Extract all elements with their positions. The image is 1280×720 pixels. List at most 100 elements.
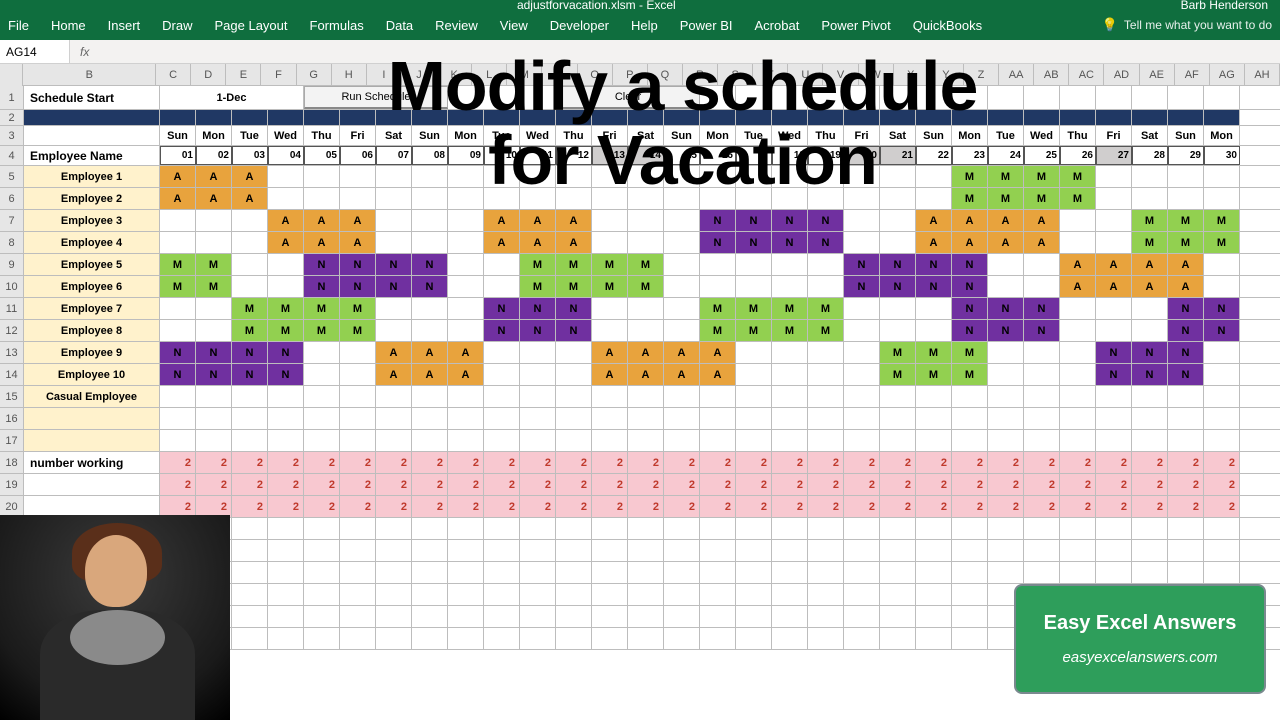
shift-cell[interactable]: A <box>664 342 700 363</box>
shift-cell[interactable]: M <box>628 276 664 297</box>
shift-cell[interactable]: A <box>160 188 196 209</box>
shift-cell[interactable]: M <box>952 188 988 209</box>
shift-cell[interactable] <box>592 232 628 253</box>
col-header-AD[interactable]: AD <box>1104 64 1139 85</box>
shift-cell[interactable] <box>808 364 844 385</box>
shift-cell[interactable]: A <box>232 166 268 187</box>
shift-cell[interactable]: N <box>988 320 1024 341</box>
shift-cell[interactable] <box>304 364 340 385</box>
col-header-N[interactable]: N <box>542 64 577 85</box>
shift-cell[interactable] <box>1132 188 1168 209</box>
shift-cell[interactable]: N <box>844 254 880 275</box>
day-num-13[interactable]: 13 <box>592 146 628 165</box>
shift-cell[interactable]: A <box>916 232 952 253</box>
shift-cell[interactable]: N <box>1168 320 1204 341</box>
shift-cell[interactable] <box>412 232 448 253</box>
row-header-8[interactable]: 8 <box>0 232 24 253</box>
shift-cell[interactable]: N <box>1024 320 1060 341</box>
shift-cell[interactable] <box>628 166 664 187</box>
shift-cell[interactable] <box>916 298 952 319</box>
shift-cell[interactable]: M <box>520 276 556 297</box>
shift-cell[interactable]: M <box>268 298 304 319</box>
shift-cell[interactable] <box>772 254 808 275</box>
shift-cell[interactable] <box>700 276 736 297</box>
shift-cell[interactable]: N <box>1096 342 1132 363</box>
row-header-19[interactable]: 19 <box>0 474 24 495</box>
shift-cell[interactable]: A <box>988 210 1024 231</box>
row-header-4[interactable]: 4 <box>0 146 24 165</box>
shift-cell[interactable]: M <box>1132 210 1168 231</box>
shift-cell[interactable] <box>232 210 268 231</box>
shift-cell[interactable]: A <box>412 364 448 385</box>
shift-cell[interactable] <box>412 320 448 341</box>
shift-cell[interactable] <box>700 254 736 275</box>
shift-cell[interactable]: N <box>808 210 844 231</box>
shift-cell[interactable] <box>1204 276 1240 297</box>
shift-cell[interactable] <box>268 254 304 275</box>
shift-cell[interactable] <box>736 276 772 297</box>
shift-cell[interactable]: A <box>304 210 340 231</box>
row-header-14[interactable]: 14 <box>0 364 24 385</box>
col-header-W[interactable]: W <box>859 64 894 85</box>
shift-cell[interactable]: N <box>1132 342 1168 363</box>
shift-cell[interactable]: M <box>880 342 916 363</box>
shift-cell[interactable]: N <box>880 276 916 297</box>
ribbon-tab-power-pivot[interactable]: Power Pivot <box>821 18 890 33</box>
col-header-I[interactable]: I <box>367 64 402 85</box>
shift-cell[interactable] <box>1204 254 1240 275</box>
shift-cell[interactable] <box>556 166 592 187</box>
shift-cell[interactable] <box>664 320 700 341</box>
day-num-17[interactable]: 17 <box>736 146 772 165</box>
row-header-2[interactable]: 2 <box>0 110 24 125</box>
ribbon-tab-developer[interactable]: Developer <box>550 18 609 33</box>
shift-cell[interactable] <box>340 364 376 385</box>
col-header-R[interactable]: R <box>683 64 718 85</box>
col-header-O[interactable]: O <box>578 64 613 85</box>
shift-cell[interactable] <box>844 232 880 253</box>
shift-cell[interactable] <box>628 320 664 341</box>
shift-cell[interactable]: N <box>844 276 880 297</box>
shift-cell[interactable]: M <box>1060 188 1096 209</box>
tell-me[interactable]: 💡Tell me what you want to do <box>1102 17 1272 33</box>
shift-cell[interactable] <box>268 166 304 187</box>
shift-cell[interactable] <box>736 188 772 209</box>
shift-cell[interactable]: A <box>268 210 304 231</box>
shift-cell[interactable] <box>1060 342 1096 363</box>
shift-cell[interactable]: M <box>1132 232 1168 253</box>
shift-cell[interactable]: A <box>520 210 556 231</box>
shift-cell[interactable]: A <box>664 364 700 385</box>
shift-cell[interactable]: N <box>1204 298 1240 319</box>
shift-cell[interactable] <box>448 298 484 319</box>
day-num-22[interactable]: 22 <box>916 146 952 165</box>
shift-cell[interactable]: M <box>304 298 340 319</box>
shift-cell[interactable]: M <box>1168 232 1204 253</box>
shift-cell[interactable] <box>376 166 412 187</box>
clear-button[interactable]: Clear <box>556 86 700 109</box>
shift-cell[interactable] <box>1024 254 1060 275</box>
shift-cell[interactable] <box>412 188 448 209</box>
shift-cell[interactable] <box>1132 298 1168 319</box>
shift-cell[interactable] <box>520 342 556 363</box>
shift-cell[interactable]: A <box>160 166 196 187</box>
ribbon-tab-quickbooks[interactable]: QuickBooks <box>913 18 982 33</box>
shift-cell[interactable] <box>1024 276 1060 297</box>
shift-cell[interactable]: N <box>700 232 736 253</box>
shift-cell[interactable]: A <box>952 232 988 253</box>
shift-cell[interactable] <box>1204 166 1240 187</box>
row-header-9[interactable]: 9 <box>0 254 24 275</box>
ribbon-tab-home[interactable]: Home <box>51 18 86 33</box>
day-num-11[interactable]: 11 <box>520 146 556 165</box>
shift-cell[interactable]: A <box>1168 276 1204 297</box>
shift-cell[interactable] <box>988 342 1024 363</box>
shift-cell[interactable]: A <box>196 166 232 187</box>
shift-cell[interactable] <box>520 364 556 385</box>
shift-cell[interactable]: M <box>1024 188 1060 209</box>
shift-cell[interactable] <box>628 232 664 253</box>
shift-cell[interactable]: N <box>484 298 520 319</box>
shift-cell[interactable]: N <box>1168 298 1204 319</box>
shift-cell[interactable]: A <box>304 232 340 253</box>
row-header-15[interactable]: 15 <box>0 386 24 407</box>
shift-cell[interactable]: A <box>1060 254 1096 275</box>
shift-cell[interactable] <box>592 298 628 319</box>
shift-cell[interactable]: N <box>268 364 304 385</box>
